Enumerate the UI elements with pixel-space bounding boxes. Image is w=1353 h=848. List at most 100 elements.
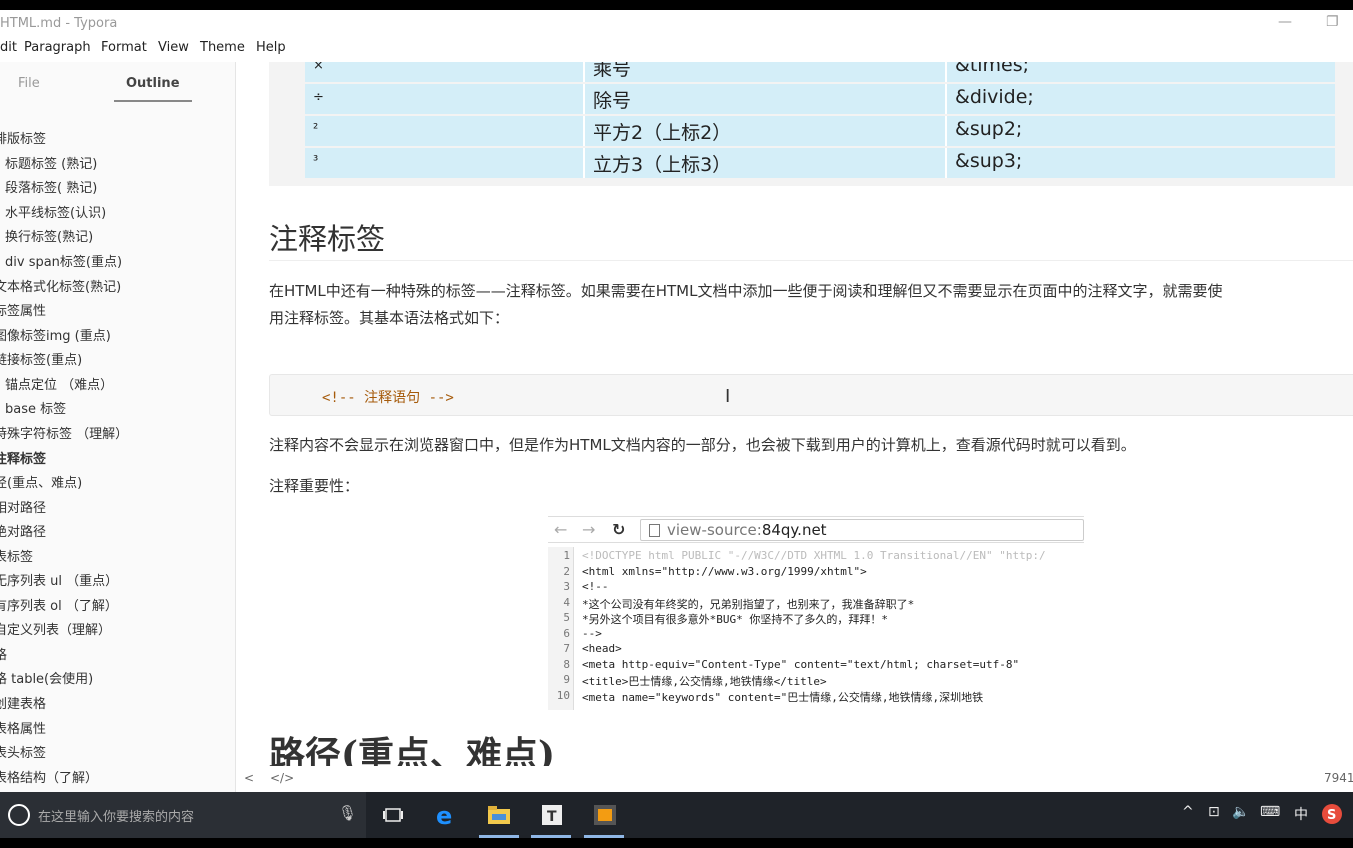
ime-indicator[interactable]: 中 xyxy=(1294,804,1308,824)
outline-item[interactable]: div span标签(重点) xyxy=(5,251,122,270)
active-indicator xyxy=(479,835,519,838)
cortana-icon[interactable] xyxy=(8,804,30,826)
outline-item[interactable]: 表头标签 xyxy=(0,742,46,761)
window-title: HTML.md - Typora xyxy=(0,16,118,31)
menu-help[interactable]: Help xyxy=(256,40,286,55)
table-cell: 平方2（上标2） xyxy=(593,122,732,144)
taskbar: 在这里输入你要搜索的内容 🎙 e T ^ ⊡ 🔈 ⌨ 中 S xyxy=(0,792,1353,838)
tab-file[interactable]: File xyxy=(18,76,40,91)
outline-item[interactable]: 有序列表 ol （了解） xyxy=(0,595,118,614)
browser-toolbar: ← → ↻ view-source:84qy.net xyxy=(548,517,1084,543)
line-number: 2 xyxy=(563,565,570,578)
table-cell: ÷ xyxy=(313,90,324,105)
outline-item[interactable]: 无序列表 ul （重点） xyxy=(0,570,118,589)
outline-item[interactable]: 文本格式化标签(熟记) xyxy=(0,276,121,295)
source-line: <!-- xyxy=(582,580,609,593)
tab-outline[interactable]: Outline xyxy=(126,76,180,91)
file-explorer-icon[interactable] xyxy=(484,800,514,830)
outline-item[interactable]: 相对路径 xyxy=(0,497,46,516)
chevron-up-icon[interactable]: ^ xyxy=(1182,804,1194,820)
line-number: 3 xyxy=(563,580,570,593)
active-indicator xyxy=(531,835,571,838)
typora-icon[interactable]: T xyxy=(537,800,567,830)
table-cell: &sup3; xyxy=(955,150,1023,172)
keyboard-icon[interactable]: ⌨ xyxy=(1260,804,1280,820)
line-number: 7 xyxy=(563,642,570,655)
outline-item[interactable]: 排版标签 xyxy=(0,128,46,147)
microphone-icon[interactable]: 🎙 xyxy=(338,804,357,822)
cell-divider xyxy=(583,116,585,146)
active-indicator xyxy=(584,835,624,838)
outline-item[interactable]: 锚点定位 （难点） xyxy=(5,374,113,393)
source-line: <!DOCTYPE html PUBLIC "-//W3C//DTD XHTML… xyxy=(582,549,1046,562)
source-line: *另外这个项目有很多意外*BUG* 你坚持不了多久的，拜拜！* xyxy=(582,613,888,626)
outline-item[interactable]: 标签属性 xyxy=(0,300,46,319)
table-cell: &divide; xyxy=(955,86,1034,108)
table-row: ÷ 除号 &divide; xyxy=(305,84,1335,114)
edge-icon[interactable]: e xyxy=(432,800,462,830)
minimize-button[interactable]: — xyxy=(1278,14,1292,30)
entity-table: × 乘号 &times; ÷ 除号 &divide; ² 平方2（上标2） &s… xyxy=(269,62,1353,186)
outline-item[interactable]: 链接标签(重点) xyxy=(0,349,82,368)
table-row: × 乘号 &times; xyxy=(305,62,1335,82)
outline-item[interactable]: 格 xyxy=(0,644,7,663)
line-number: 1 xyxy=(563,549,570,562)
outline-item[interactable]: 标题标签 (熟记) xyxy=(5,153,97,172)
reload-icon: ↻ xyxy=(612,520,626,539)
table-cell: &sup2; xyxy=(955,118,1023,140)
outline-item[interactable]: base 标签 xyxy=(5,398,66,417)
page-icon xyxy=(649,524,660,537)
paragraph-line: 用注释标签。其基本语法格式如下： xyxy=(269,309,510,327)
sidebar: File Outline 排版标签 标题标签 (熟记) 段落标签( 熟记) 水平… xyxy=(0,62,236,792)
outline-item[interactable]: 格 table(会使用) xyxy=(0,668,93,687)
cell-divider xyxy=(583,148,585,178)
outline-item[interactable]: 表标签 xyxy=(0,546,33,565)
outline-item[interactable]: 水平线标签(认识) xyxy=(5,202,106,221)
menu-bar: dit Paragraph Format View Theme Help xyxy=(0,38,1353,62)
menu-theme[interactable]: Theme xyxy=(200,40,245,55)
outline-item[interactable]: 表格属性 xyxy=(0,718,46,737)
sidebar-tabs: File Outline xyxy=(0,62,235,106)
outline-item[interactable]: 径(重点、难点) xyxy=(0,472,82,491)
editor-content[interactable]: × 乘号 &times; ÷ 除号 &divide; ² 平方2（上标2） &s… xyxy=(237,62,1353,766)
menu-format[interactable]: Format xyxy=(101,40,147,55)
menu-view[interactable]: View xyxy=(158,40,189,55)
search-placeholder: 在这里输入你要搜索的内容 xyxy=(38,810,195,825)
code-block[interactable]: <!-- 注释语句 --> xyxy=(269,374,1353,416)
cell-divider xyxy=(583,62,585,82)
outline-item[interactable]: 创建表格 xyxy=(0,693,46,712)
toggle-sidebar-button[interactable]: < xyxy=(244,771,254,785)
paragraph: 注释内容不会显示在浏览器窗口中，但是作为HTML文档内容的一部分，也会被下载到用… xyxy=(269,436,1136,454)
source-mode-button[interactable]: </> xyxy=(270,771,294,785)
table-cell: × xyxy=(313,62,324,73)
line-number: 10 xyxy=(556,689,570,702)
table-row: ² 平方2（上标2） &sup2; xyxy=(305,116,1335,146)
cell-divider xyxy=(945,62,947,82)
outline-item[interactable]: 换行标签(熟记) xyxy=(5,226,93,245)
svg-text:S: S xyxy=(1327,808,1336,823)
restore-button[interactable]: ❐ xyxy=(1326,14,1339,30)
task-view-icon[interactable] xyxy=(378,800,408,830)
app-tray-icon[interactable]: S xyxy=(1320,802,1344,826)
outline-item-active[interactable]: 注释标签 xyxy=(0,448,46,467)
heading-path: 路径(重点、难点) xyxy=(269,734,556,766)
network-icon[interactable]: ⊡ xyxy=(1208,804,1220,820)
outline-item[interactable]: 自定义列表（理解） xyxy=(0,619,111,638)
outline-item[interactable]: 段落标签( 熟记) xyxy=(5,177,97,196)
sublime-text-icon[interactable] xyxy=(590,800,620,830)
cell-divider xyxy=(945,148,947,178)
outline-item[interactable]: 表格结构（了解） xyxy=(0,767,98,786)
outline-item[interactable]: 特殊字符标签 （理解） xyxy=(0,423,128,442)
section-heading: 注释标签 xyxy=(269,222,386,256)
word-count[interactable]: 7941 xyxy=(1324,771,1353,785)
active-tab-underline xyxy=(114,100,192,102)
menu-paragraph[interactable]: Paragraph xyxy=(24,40,91,55)
outline-item[interactable]: 绝对路径 xyxy=(0,521,46,540)
url-prefix: view-source: xyxy=(667,521,762,539)
menu-edit[interactable]: dit xyxy=(0,40,17,55)
address-bar: view-source:84qy.net xyxy=(640,519,1084,541)
volume-icon[interactable]: 🔈 xyxy=(1232,804,1249,820)
svg-text:T: T xyxy=(547,809,557,825)
taskbar-search[interactable]: 在这里输入你要搜索的内容 🎙 xyxy=(0,792,366,838)
outline-item[interactable]: 图像标签img (重点) xyxy=(0,325,111,344)
